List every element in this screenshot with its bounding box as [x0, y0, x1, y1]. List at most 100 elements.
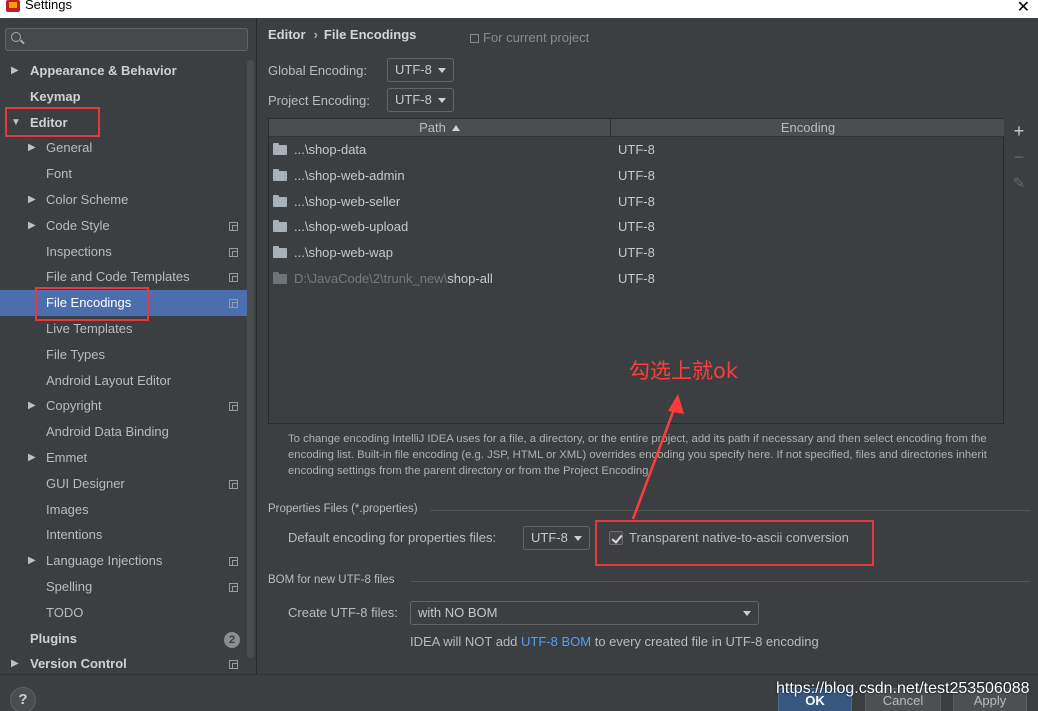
row-path-name: ...\shop-web-seller — [294, 193, 401, 209]
utf8-bom-link[interactable]: UTF-8 BOM — [521, 634, 591, 649]
sidebar-item-font[interactable]: Font — [0, 161, 248, 187]
table-row[interactable]: ...\shop-data UTF-8 — [269, 137, 1004, 163]
sidebar-item-general[interactable]: ▶ General — [0, 135, 248, 161]
folder-icon — [273, 168, 287, 181]
sidebar-item-spelling[interactable]: Spelling — [0, 574, 248, 600]
sidebar-item-label: Android Data Binding — [46, 424, 169, 440]
path-column-header[interactable]: Path — [269, 119, 611, 137]
settings-content: Editor › File Encodings For current projec… — [258, 18, 1038, 674]
editor-highlight-box — [5, 107, 100, 137]
settings-search-input[interactable] — [28, 30, 243, 49]
row-encoding[interactable]: UTF-8 — [618, 189, 655, 215]
sidebar-item-file-types[interactable]: File Types — [0, 342, 248, 368]
checkbox-highlight-box — [595, 520, 874, 566]
encoding-column-label: Encoding — [780, 120, 836, 135]
sidebar-item-version-control[interactable]: ▶ Version Control — [0, 651, 248, 674]
expand-arrow-icon[interactable]: ▶ — [28, 135, 36, 161]
close-window-button[interactable]: ✕ — [1017, 0, 1030, 17]
breadcrumb-parent[interactable]: Editor — [268, 27, 306, 42]
table-row[interactable]: ...\shop-web-admin UTF-8 — [269, 163, 1004, 189]
sidebar-item-label: Font — [46, 166, 73, 182]
folder-icon — [273, 246, 287, 259]
project-scope-icon — [229, 402, 238, 412]
global-encoding-select[interactable]: UTF-8 — [387, 58, 454, 82]
row-encoding[interactable]: UTF-8 — [618, 266, 655, 292]
breadcrumb-current: File Encodings — [323, 27, 417, 42]
sidebar-item-emmet[interactable]: ▶ Emmet — [0, 445, 248, 471]
annotation-text: 勾选上就ok — [629, 359, 739, 383]
table-row[interactable]: D:\JavaCode\2\trunk_new\shop-all UTF-8 — [269, 266, 1004, 292]
sidebar-item-color-scheme[interactable]: ▶ Color Scheme — [0, 187, 248, 213]
project-scope-icon — [229, 557, 238, 567]
file-encodings-highlight-box — [35, 287, 149, 321]
sidebar-item-label: Language Injections — [46, 553, 163, 569]
add-path-button[interactable]: + — [1008, 121, 1030, 142]
expand-arrow-icon[interactable]: ▶ — [11, 651, 19, 674]
sidebar-item-language-injections[interactable]: ▶ Language Injections — [0, 548, 248, 574]
project-encoding-select[interactable]: UTF-8 — [387, 88, 454, 112]
row-encoding[interactable]: UTF-8 — [618, 240, 655, 266]
create-utf8-select[interactable]: with NO BOM — [410, 601, 759, 625]
chevron-down-icon — [438, 98, 446, 103]
sidebar-item-intentions[interactable]: Intentions — [0, 522, 248, 548]
expand-arrow-icon[interactable]: ▶ — [28, 445, 36, 471]
sidebar-item-label: Color Scheme — [46, 191, 129, 207]
row-path: D:\JavaCode\2\trunk_new\shop-all — [294, 266, 493, 292]
sidebar-item-keymap[interactable]: Keymap — [0, 84, 248, 110]
row-path: ...\shop-web-seller — [294, 189, 400, 215]
help-button[interactable]: ? — [10, 687, 36, 711]
sidebar-scrollbar[interactable] — [247, 60, 254, 658]
project-encoding-label: Project Encoding: — [268, 93, 370, 108]
expand-arrow-icon[interactable]: ▶ — [28, 213, 36, 239]
project-scope-icon — [229, 479, 238, 489]
create-utf8-value: with NO BOM — [418, 605, 498, 620]
row-encoding[interactable]: UTF-8 — [618, 214, 655, 240]
window-title: Settings — [25, 0, 72, 12]
sidebar-item-android-layout-editor[interactable]: Android Layout Editor — [0, 368, 248, 394]
sidebar-item-gui-designer[interactable]: GUI Designer — [0, 471, 248, 497]
section-divider — [430, 510, 1030, 511]
folder-icon — [273, 272, 287, 284]
project-scope-icon — [229, 582, 238, 592]
expand-arrow-icon[interactable]: ▶ — [11, 58, 19, 84]
expand-arrow-icon[interactable]: ▶ — [28, 187, 36, 213]
sidebar-item-label: GUI Designer — [46, 475, 125, 491]
row-path-name: ...\shop-web-wap — [294, 245, 393, 261]
sidebar-item-android-data-binding[interactable]: Android Data Binding — [0, 419, 248, 445]
sidebar-item-code-style[interactable]: ▶ Code Style — [0, 213, 248, 239]
row-path-name: ...\shop-data — [294, 142, 367, 157]
expand-arrow-icon[interactable]: ▶ — [28, 393, 36, 419]
expand-arrow-icon[interactable]: ▶ — [28, 548, 36, 574]
bom-note-after: to every created file in UTF-8 encoding — [591, 634, 819, 649]
create-utf8-label: Create UTF-8 files: — [288, 605, 398, 620]
sidebar-item-inspections[interactable]: Inspections — [0, 239, 248, 265]
row-path: ...\shop-web-wap — [294, 240, 393, 266]
table-row[interactable]: ...\shop-web-wap UTF-8 — [269, 240, 1004, 266]
project-scope-icon — [229, 299, 238, 309]
sort-ascending-icon — [451, 125, 460, 131]
sidebar-item-todo[interactable]: TODO — [0, 600, 248, 626]
sidebar-item-copyright[interactable]: ▶ Copyright — [0, 393, 248, 419]
sidebar-item-label: Emmet — [46, 449, 88, 465]
edit-path-button[interactable]: ✎ — [1008, 174, 1030, 192]
row-encoding[interactable]: UTF-8 — [618, 137, 655, 163]
sidebar-item-plugins[interactable]: Plugins 2 — [0, 626, 248, 652]
properties-encoding-select[interactable]: UTF-8 — [523, 526, 590, 550]
properties-encoding-value: UTF-8 — [531, 530, 568, 545]
settings-search[interactable] — [5, 28, 248, 51]
row-path: ...\shop-data — [294, 137, 366, 163]
sidebar-item-label: Keymap — [30, 88, 81, 104]
folder-icon — [273, 143, 287, 155]
row-path: ...\shop-web-admin — [294, 163, 405, 189]
table-row[interactable]: ...\shop-web-upload UTF-8 — [269, 214, 1004, 240]
table-header: Path Encoding — [269, 119, 1004, 137]
row-encoding[interactable]: UTF-8 — [618, 163, 655, 189]
bom-note-before: IDEA will NOT add — [410, 634, 522, 649]
sidebar-item-appearance-behavior[interactable]: ▶ Appearance & Behavior — [0, 58, 248, 84]
row-path-prefix: D:\JavaCode\2\trunk_new\ — [294, 271, 448, 286]
project-encoding-value: UTF-8 — [395, 92, 432, 107]
encoding-column-header[interactable]: Encoding — [612, 119, 1004, 137]
remove-path-button[interactable]: − — [1008, 147, 1030, 168]
table-row[interactable]: ...\shop-web-seller UTF-8 — [269, 189, 1004, 215]
sidebar-item-images[interactable]: Images — [0, 497, 248, 523]
